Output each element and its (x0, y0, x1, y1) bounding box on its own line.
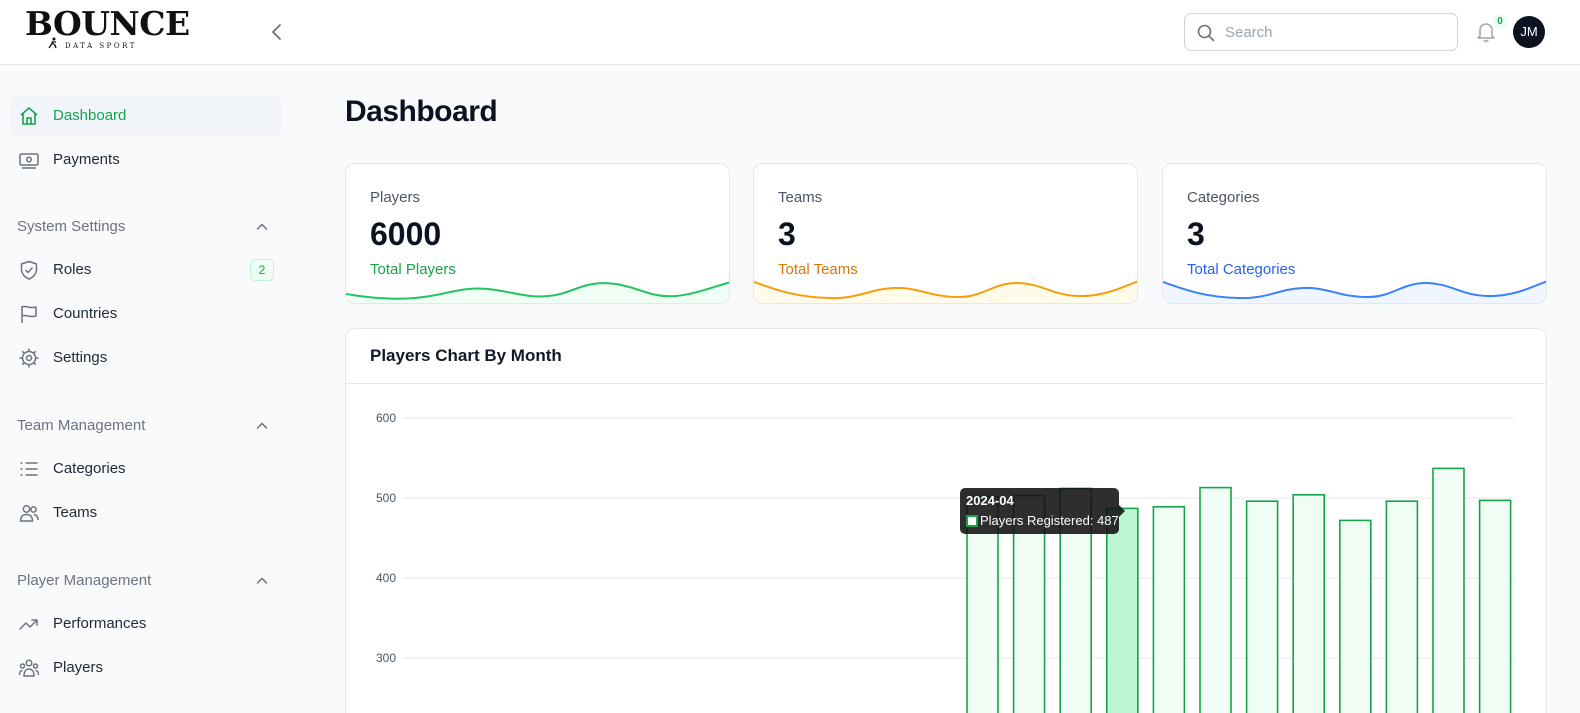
section-system-settings[interactable]: System Settings (17, 215, 274, 239)
sidebar-item-label: Payments (53, 151, 120, 168)
section-player-management[interactable]: Player Management (17, 569, 274, 593)
section-title: Player Management (17, 572, 152, 589)
sidebar: Dashboard Payments System Settings Roles… (0, 65, 290, 713)
stat-label: Players (370, 189, 421, 206)
top-header: BOUNCE DATA SPORT 0 JM (0, 0, 1580, 65)
stat-card-players[interactable]: Players 6000 Total Players (345, 163, 730, 304)
stat-value: 3 (1187, 216, 1205, 252)
sparkline (1163, 280, 1546, 303)
tooltip-body: Players Registered: 487 (980, 513, 1119, 528)
stat-card-categories[interactable]: Categories 3 Total Categories (1162, 163, 1547, 304)
sparkline (754, 280, 1137, 303)
sidebar-item-dashboard[interactable]: Dashboard (10, 96, 282, 136)
bar-2024-10[interactable] (1385, 500, 1419, 713)
stat-value: 3 (778, 216, 796, 252)
search-icon (1197, 24, 1215, 42)
y-tick-label: 500 (376, 491, 396, 505)
bar-2024-11[interactable] (1432, 467, 1465, 713)
stat-value: 6000 (370, 216, 442, 252)
chart-title: Players Chart By Month (370, 346, 562, 365)
section-title: System Settings (17, 218, 126, 235)
bar-2024-08[interactable] (1292, 494, 1326, 713)
sidebar-item-label: Roles (53, 261, 92, 278)
tooltip-swatch (966, 515, 978, 527)
sidebar-item-label: Categories (53, 460, 126, 477)
sidebar-item-settings[interactable]: Settings (10, 338, 282, 378)
bar-2024-06[interactable] (1199, 486, 1232, 713)
search-box[interactable] (1184, 13, 1458, 51)
players-chart-card: Players Chart By Month 600 500 400 300 (345, 328, 1547, 713)
chevron-up-icon (256, 422, 268, 429)
sidebar-item-players[interactable]: Players (10, 648, 282, 688)
sidebar-item-label: Settings (53, 349, 108, 366)
roles-count-badge: 2 (250, 259, 274, 281)
stat-link[interactable]: Total Categories (1187, 261, 1295, 278)
sidebar-item-label: Teams (53, 504, 98, 521)
stat-card-teams[interactable]: Teams 3 Total Teams (753, 163, 1138, 304)
sidebar-item-performances[interactable]: Performances (10, 604, 282, 644)
stat-link[interactable]: Total Players (370, 261, 456, 278)
chevron-left-icon (272, 24, 281, 40)
bar-2024-12[interactable] (1478, 499, 1512, 713)
flag-icon (21, 305, 37, 323)
section-team-management[interactable]: Team Management (17, 414, 274, 438)
bounce-logo[interactable]: BOUNCE DATA SPORT (25, 6, 190, 52)
section-title: Team Management (17, 417, 146, 434)
sidebar-item-roles[interactable]: Roles 2 (10, 250, 282, 290)
sparkline (346, 281, 729, 303)
collapse-sidebar-button[interactable] (266, 20, 288, 44)
player-figure-icon (48, 37, 57, 49)
sidebar-item-payments[interactable]: Payments (10, 140, 282, 180)
sidebar-item-label: Dashboard (53, 107, 127, 124)
y-tick-label: 600 (376, 411, 396, 425)
shield-check-icon (20, 260, 38, 280)
bar-2024-04[interactable] (1105, 507, 1139, 713)
cog-icon (19, 348, 39, 368)
trending-up-icon (19, 619, 38, 630)
banknote-icon (19, 153, 39, 169)
list-icon (20, 462, 38, 476)
sidebar-item-countries[interactable]: Countries (10, 294, 282, 334)
stat-link[interactable]: Total Teams (778, 261, 858, 278)
tooltip-arrow (1119, 505, 1125, 517)
search-input[interactable] (1225, 22, 1445, 42)
logo-subtext: DATA SPORT (65, 42, 137, 50)
bar-2024-07[interactable] (1245, 500, 1279, 713)
user-group-icon (18, 659, 40, 677)
chart-tooltip: 2024-04 Players Registered: 487 (960, 488, 1125, 534)
user-avatar[interactable]: JM (1513, 16, 1545, 48)
tooltip-title: 2024-04 (966, 493, 1014, 508)
sidebar-item-teams[interactable]: Teams (10, 493, 282, 533)
y-tick-label: 300 (376, 651, 396, 665)
chevron-up-icon (256, 577, 268, 584)
chevron-up-icon (256, 223, 268, 230)
bar-2024-09[interactable] (1338, 519, 1372, 713)
y-tick-label: 400 (376, 571, 396, 585)
sidebar-item-categories[interactable]: Categories (10, 449, 282, 489)
sidebar-item-label: Players (53, 659, 104, 676)
sidebar-item-label: Performances (53, 615, 147, 632)
bar-2024-05[interactable] (1152, 506, 1186, 713)
stat-label: Teams (778, 189, 823, 206)
stat-label: Categories (1187, 189, 1260, 206)
page-title: Dashboard (345, 95, 498, 128)
bar-chart[interactable]: 600 500 400 300 (346, 384, 1547, 713)
notification-count-badge: 0 (1492, 14, 1508, 29)
users-icon (19, 505, 39, 522)
home-icon (20, 107, 38, 125)
sidebar-item-label: Countries (53, 305, 118, 322)
